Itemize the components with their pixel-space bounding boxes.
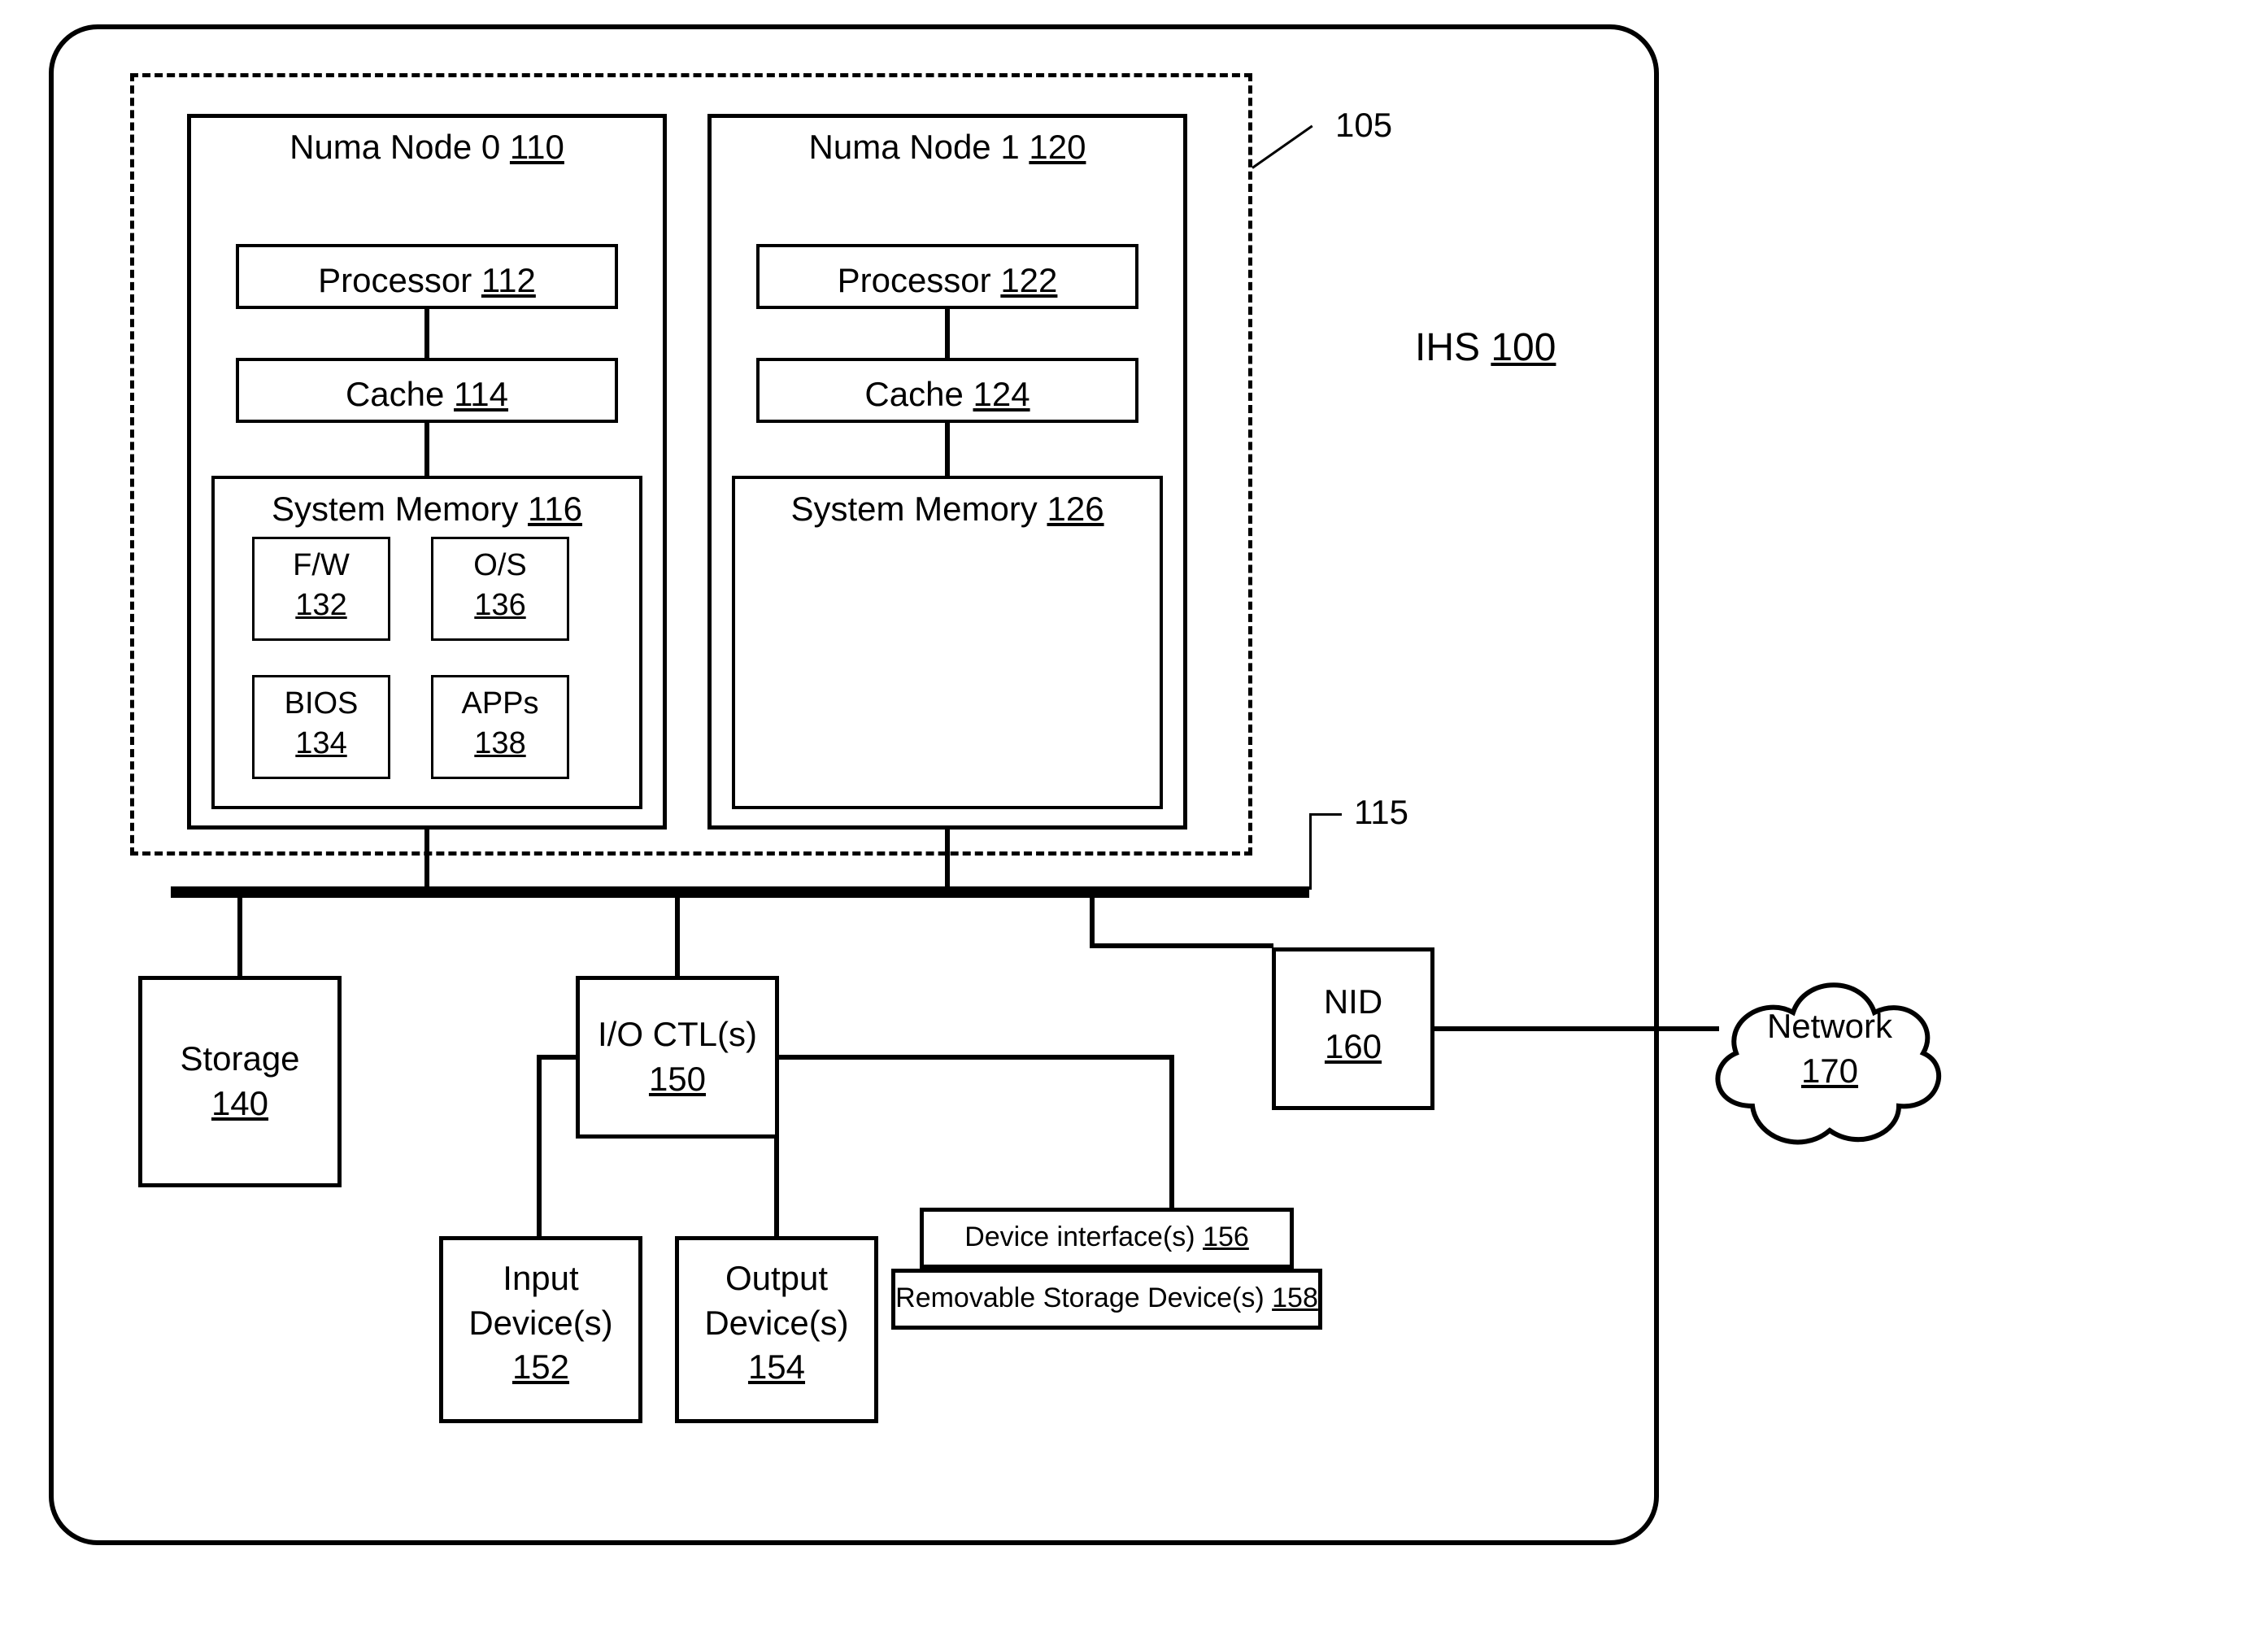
callout-line-115v <box>1309 813 1312 890</box>
ioctl-text: I/O CTL(s) <box>580 1012 775 1057</box>
sysmem1-text: System Memory <box>790 490 1037 528</box>
apps-text: APPs <box>433 684 567 724</box>
ihs-label: IHS 100 <box>1415 325 1556 370</box>
processor-0: Processor 112 <box>236 244 618 309</box>
node0-ref: 110 <box>510 128 564 166</box>
conn-cache1-mem1 <box>945 423 950 476</box>
bios-text: BIOS <box>255 684 388 724</box>
system-memory-1: System Memory 126 <box>732 476 1163 809</box>
apps-box: APPs 138 <box>431 675 569 779</box>
processor0-ref: 112 <box>481 261 536 299</box>
output-ref: 154 <box>679 1345 874 1390</box>
conn-ioctl-left <box>537 1055 577 1060</box>
sysmem1-label-row: System Memory 126 <box>735 479 1160 533</box>
node1-title-text: Numa Node 1 <box>809 128 1020 166</box>
cache0-label-row: Cache 114 <box>239 361 615 419</box>
conn-ioctl-righth <box>779 1055 1173 1060</box>
node1-ref: 120 <box>1029 128 1086 166</box>
cache0-ref: 114 <box>454 375 508 413</box>
processor-1: Processor 122 <box>756 244 1138 309</box>
os-ref: 136 <box>433 586 567 625</box>
input-labelrow: Input Device(s) 152 <box>443 1240 638 1390</box>
network-label: Network 170 <box>1724 1004 1935 1093</box>
network-ref: 170 <box>1724 1049 1935 1094</box>
apps-ref: 138 <box>433 724 567 764</box>
processor1-ref: 122 <box>1000 261 1057 299</box>
devint-text: Device interface(s) <box>964 1221 1195 1252</box>
devint-labelrow: Device interface(s) 156 <box>924 1212 1290 1255</box>
network-text: Network <box>1724 1004 1935 1049</box>
output-devices-box: Output Device(s) 154 <box>675 1236 878 1423</box>
conn-ioctl-output <box>774 1139 779 1236</box>
nid-text: NID <box>1276 980 1430 1025</box>
sysmem0-label-row: System Memory 116 <box>215 479 639 533</box>
sysmem1-ref: 126 <box>1047 490 1104 528</box>
input-devices-box: Input Device(s) 152 <box>439 1236 642 1423</box>
devint-ref: 156 <box>1203 1221 1249 1252</box>
processor0-label-row: Processor 112 <box>239 247 615 305</box>
remstor-text: Removable Storage Device(s) <box>895 1282 1265 1313</box>
node1-title: Numa Node 1 120 <box>712 128 1183 167</box>
conn-bus-nidh <box>1090 943 1273 948</box>
storage-box: Storage 140 <box>138 976 342 1187</box>
cache1-label-row: Cache 124 <box>760 361 1135 419</box>
device-interfaces-box: Device interface(s) 156 <box>920 1208 1294 1269</box>
ioctl-ref: 150 <box>580 1057 775 1102</box>
os-text: O/S <box>433 546 567 586</box>
io-controllers-box: I/O CTL(s) 150 <box>576 976 779 1139</box>
output-l1: Output <box>679 1256 874 1301</box>
nid-labelrow: NID 160 <box>1276 951 1430 1069</box>
remstor-labelrow: Removable Storage Device(s) 158 <box>895 1273 1318 1316</box>
cache-1: Cache 124 <box>756 358 1138 423</box>
fw-text: F/W <box>255 546 388 586</box>
bios-ref: 134 <box>255 724 388 764</box>
bios-box: BIOS 134 <box>252 675 390 779</box>
input-l1: Input <box>443 1256 638 1301</box>
cache-0: Cache 114 <box>236 358 618 423</box>
cache1-text: Cache <box>864 375 963 413</box>
sysmem0-ref: 116 <box>528 490 582 528</box>
conn-bus-storage <box>237 891 242 976</box>
input-l2: Device(s) <box>443 1301 638 1346</box>
callout-105: 105 <box>1335 106 1392 145</box>
conn-node1-bus <box>945 830 950 891</box>
storage-labelrow: Storage 140 <box>142 980 337 1126</box>
conn-nid-network <box>1434 1026 1719 1031</box>
node0-title: Numa Node 0 110 <box>191 128 663 167</box>
conn-cache0-mem0 <box>424 423 429 476</box>
node0-title-text: Numa Node 0 <box>289 128 500 166</box>
callout-line-115h <box>1309 813 1342 816</box>
conn-ioctl-devint <box>1169 1055 1174 1208</box>
storage-ref: 140 <box>142 1082 337 1126</box>
conn-ioctl-input <box>537 1055 542 1236</box>
processor1-label-row: Processor 122 <box>760 247 1135 305</box>
output-l2: Device(s) <box>679 1301 874 1346</box>
processor0-text: Processor <box>318 261 472 299</box>
system-bus <box>171 886 1309 898</box>
processor1-text: Processor <box>838 261 991 299</box>
removable-storage-box: Removable Storage Device(s) 158 <box>891 1269 1322 1330</box>
ihs-text: IHS <box>1415 326 1480 369</box>
sysmem0-text: System Memory <box>272 490 518 528</box>
callout-115: 115 <box>1354 793 1408 832</box>
os-box: O/S 136 <box>431 537 569 641</box>
cache0-text: Cache <box>346 375 444 413</box>
firmware-box: F/W 132 <box>252 537 390 641</box>
storage-text: Storage <box>142 1037 337 1082</box>
output-labelrow: Output Device(s) 154 <box>679 1240 874 1390</box>
nid-ref: 160 <box>1276 1025 1430 1069</box>
ihs-ref: 100 <box>1491 326 1556 369</box>
ioctl-labelrow: I/O CTL(s) 150 <box>580 980 775 1101</box>
nid-box: NID 160 <box>1272 947 1434 1110</box>
conn-bus-nidv <box>1090 891 1095 947</box>
input-ref: 152 <box>443 1345 638 1390</box>
conn-bus-ioctl <box>675 891 680 976</box>
remstor-ref: 158 <box>1272 1282 1318 1313</box>
conn-node0-bus <box>424 830 429 891</box>
fw-ref: 132 <box>255 586 388 625</box>
conn-proc0-cache0 <box>424 309 429 358</box>
cache1-ref: 124 <box>973 375 1030 413</box>
conn-proc1-cache1 <box>945 309 950 358</box>
